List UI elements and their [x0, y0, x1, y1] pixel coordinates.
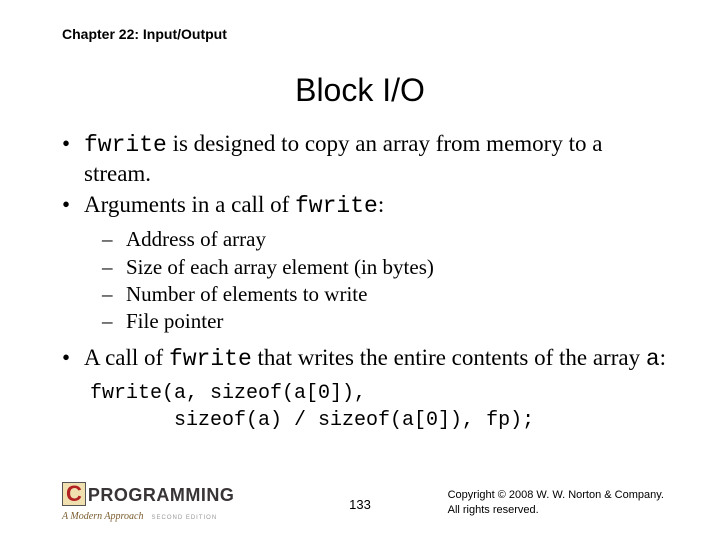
- bullet-marker: •: [62, 130, 84, 189]
- sub-bullet-marker: –: [102, 281, 126, 307]
- sub-bullet-item: – File pointer: [102, 308, 670, 334]
- sub-bullet-item: – Address of array: [102, 226, 670, 252]
- bullet-text: Arguments in a call of fwrite:: [84, 191, 670, 221]
- code-span: fwrite: [295, 193, 378, 219]
- sub-bullet-text: Address of array: [126, 226, 670, 252]
- copyright-line: All rights reserved.: [448, 503, 664, 518]
- bullet-marker: •: [62, 191, 84, 221]
- bullet-item: • Arguments in a call of fwrite:: [62, 191, 670, 221]
- chapter-label: Chapter 22: Input/Output: [62, 26, 227, 42]
- slide-footer: C PROGRAMMING A Modern Approach SECOND E…: [0, 480, 720, 530]
- logo-subtitle: A Modern Approach: [62, 511, 143, 522]
- bullet-text: fwrite is designed to copy an array from…: [84, 130, 670, 189]
- slide-content: • fwrite is designed to copy an array fr…: [62, 130, 670, 434]
- code-block: fwrite(a, sizeof(a[0]), sizeof(a) / size…: [90, 380, 670, 434]
- sub-bullet-text: Size of each array element (in bytes): [126, 254, 670, 280]
- sub-bullet-item: – Number of elements to write: [102, 281, 670, 307]
- code-span: a: [646, 346, 660, 372]
- sub-bullet-marker: –: [102, 226, 126, 252]
- code-line: sizeof(a) / sizeof(a[0]), fp);: [90, 409, 534, 432]
- copyright-line: Copyright © 2008 W. W. Norton & Company.: [448, 488, 664, 503]
- sub-bullet-text: File pointer: [126, 308, 670, 334]
- bullet-item: • fwrite is designed to copy an array fr…: [62, 130, 670, 189]
- bullet-item: • A call of fwrite that writes the entir…: [62, 344, 670, 374]
- copyright-notice: Copyright © 2008 W. W. Norton & Company.…: [448, 488, 664, 518]
- sub-bullet-list: – Address of array – Size of each array …: [102, 226, 670, 334]
- bullet-marker: •: [62, 344, 84, 374]
- code-span: fwrite: [169, 346, 252, 372]
- sub-bullet-item: – Size of each array element (in bytes): [102, 254, 670, 280]
- sub-bullet-marker: –: [102, 254, 126, 280]
- logo-edition: SECOND EDITION: [151, 515, 217, 521]
- sub-bullet-marker: –: [102, 308, 126, 334]
- bullet-text: A call of fwrite that writes the entire …: [84, 344, 670, 374]
- sub-bullet-text: Number of elements to write: [126, 281, 670, 307]
- code-span: fwrite: [84, 132, 167, 158]
- slide-title: Block I/O: [0, 72, 720, 109]
- code-line: fwrite(a, sizeof(a[0]),: [90, 382, 366, 405]
